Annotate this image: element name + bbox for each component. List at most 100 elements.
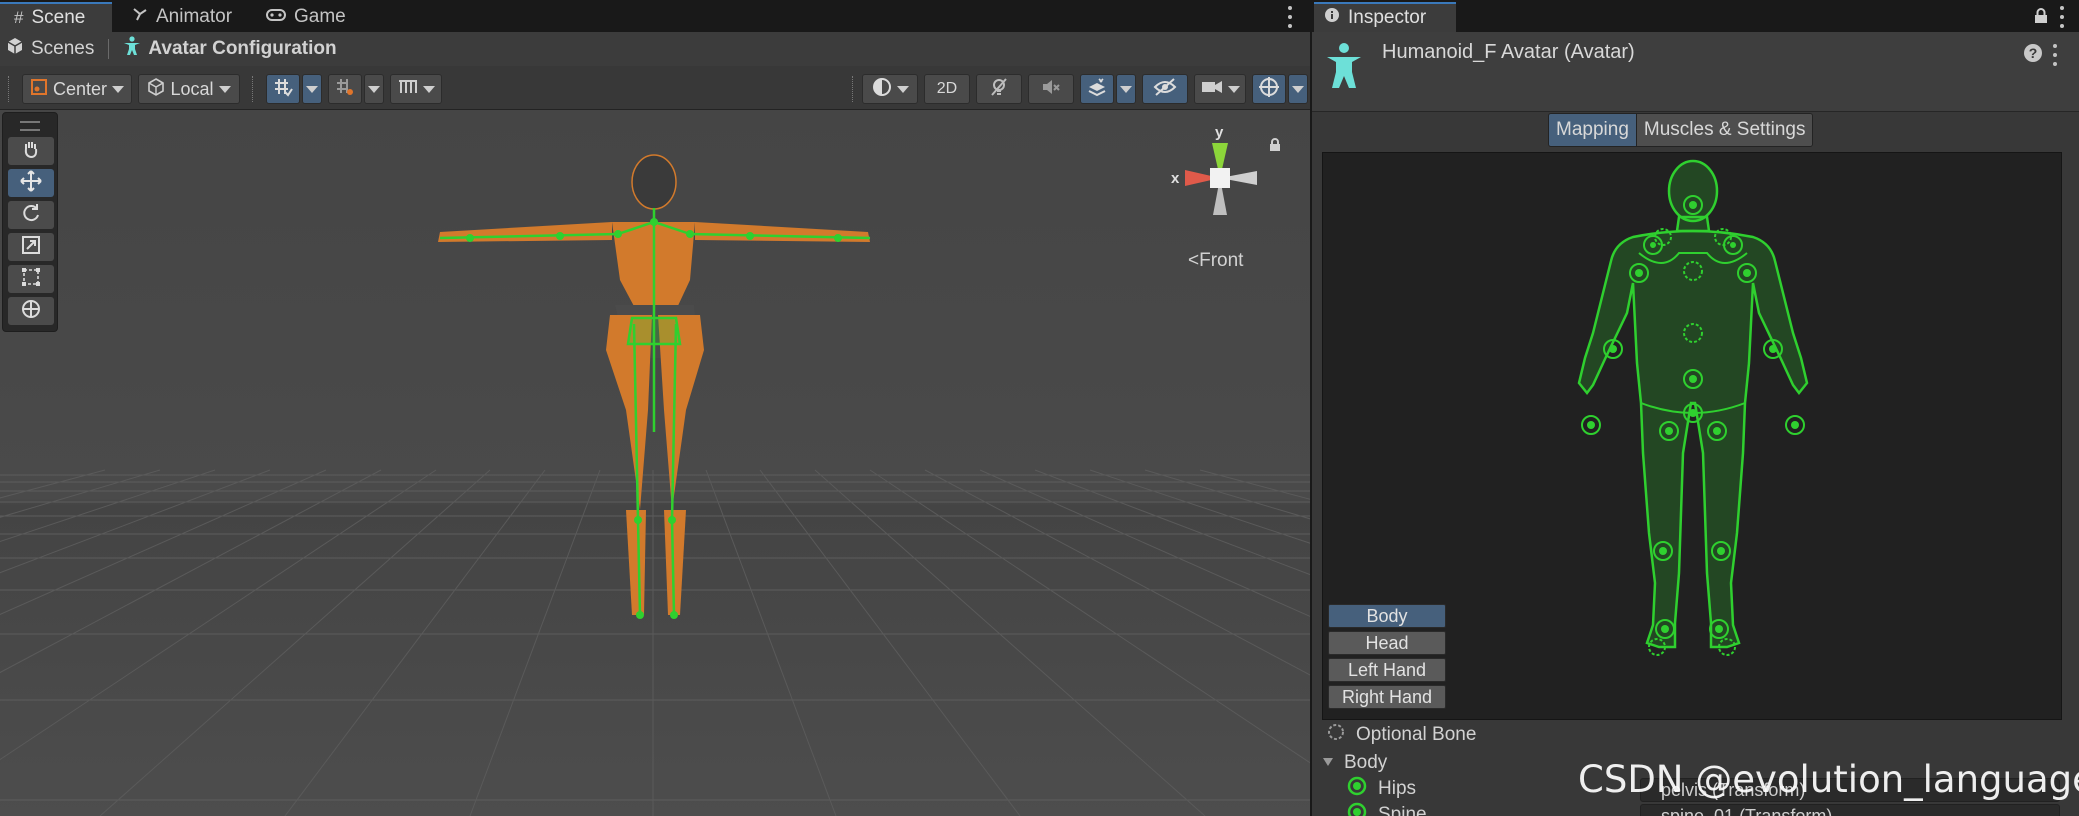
move-arrows-icon xyxy=(20,169,42,197)
orientation-text: Front xyxy=(1199,250,1244,271)
pivot-mode-label: Center xyxy=(52,78,108,99)
effects-toggle-button[interactable] xyxy=(1080,74,1114,104)
camera-settings-dropdown[interactable] xyxy=(1194,74,1246,104)
scene-visibility-button[interactable] xyxy=(1142,74,1188,104)
transform-tools-overlay xyxy=(2,112,58,332)
scene-panel: # Scene Animator Game Scenes Avatar Conf… xyxy=(0,0,1310,816)
chevron-down-icon xyxy=(896,85,909,93)
view-orientation-label[interactable]: <Front xyxy=(1188,250,1243,272)
toggle-2d-label: 2D xyxy=(936,80,958,97)
effects-layers-icon xyxy=(1087,77,1107,102)
tab-game-label: Game xyxy=(294,6,346,27)
effects-dropdown[interactable] xyxy=(1116,74,1136,104)
bone-mapped-icon xyxy=(1346,801,1368,816)
bone-mapped-icon xyxy=(1346,775,1368,803)
audio-mute-icon xyxy=(1041,78,1061,101)
inspector-lock-icon[interactable] xyxy=(2034,8,2048,29)
body-part-right-hand-button[interactable]: Right Hand xyxy=(1328,685,1446,709)
bone-label-spine: Spine xyxy=(1378,804,1427,816)
bone-row-hips: Hips xyxy=(1346,776,1416,802)
tab-inspector-label: Inspector xyxy=(1348,7,1427,28)
gizmo-y-label: y xyxy=(1215,124,1224,141)
move-tool-button[interactable] xyxy=(8,169,54,197)
space-mode-label: Local xyxy=(170,78,214,99)
bone-field-spine[interactable]: spine_01 (Transform) xyxy=(1640,804,2060,816)
tab-scene[interactable]: # Scene xyxy=(0,2,112,32)
body-part-head-button[interactable]: Head xyxy=(1328,631,1446,655)
camera-icon xyxy=(1201,79,1223,100)
grid-snap-dropdown[interactable] xyxy=(302,74,322,104)
eye-slash-icon xyxy=(1153,77,1177,101)
grid-visibility-button[interactable] xyxy=(390,74,442,104)
toolbar-separator xyxy=(852,76,854,102)
breadcrumb-scenes-label: Scenes xyxy=(31,38,95,59)
space-mode-dropdown[interactable]: Local xyxy=(138,74,240,104)
scale-icon xyxy=(21,235,41,260)
body-section-foldout[interactable]: Body xyxy=(1322,750,1387,776)
tab-mapping[interactable]: Mapping xyxy=(1549,114,1636,146)
rect-tool-button[interactable] xyxy=(8,265,54,293)
help-icon[interactable]: ? xyxy=(2024,44,2042,62)
info-icon xyxy=(1324,7,1340,29)
scene-toolbar: Center Local 2D xyxy=(0,66,1310,110)
orientation-gizmo[interactable]: y x xyxy=(1165,123,1275,233)
header-kebab-icon[interactable] xyxy=(2050,44,2060,66)
body-part-left-hand-button[interactable]: Left Hand xyxy=(1328,658,1446,682)
gizmos-button[interactable] xyxy=(1252,74,1286,104)
pivot-mode-dropdown[interactable]: Center xyxy=(22,74,132,104)
gizmo-globe-icon xyxy=(1258,76,1280,103)
lighting-off-icon xyxy=(989,77,1009,102)
audio-toggle-button[interactable] xyxy=(1028,74,1074,104)
gizmo-lock-icon[interactable] xyxy=(1268,136,1282,157)
breadcrumb-avatar-configuration[interactable]: Avatar Configuration xyxy=(123,36,337,62)
transform-tool-button[interactable] xyxy=(8,297,54,325)
increment-snap-icon xyxy=(335,77,355,102)
scene-kebab-icon[interactable] xyxy=(1285,6,1295,28)
grid-snap-button[interactable] xyxy=(266,74,300,104)
chevron-down-icon xyxy=(218,85,231,93)
scene-avatar-model[interactable] xyxy=(438,154,871,619)
gizmos-dropdown[interactable] xyxy=(1288,74,1308,104)
tab-animator[interactable]: Animator xyxy=(118,2,244,32)
chevron-down-icon xyxy=(422,85,435,93)
animator-icon xyxy=(132,6,148,28)
breadcrumb-scenes[interactable]: Scenes xyxy=(6,37,94,61)
increment-snap-button[interactable] xyxy=(328,74,362,104)
body-part-body-button[interactable]: Body xyxy=(1328,604,1446,628)
transform-combined-icon xyxy=(20,298,42,325)
hand-tool-button[interactable] xyxy=(8,137,54,165)
scale-tool-button[interactable] xyxy=(8,233,54,261)
chevron-down-icon xyxy=(1120,85,1132,93)
tab-inspector[interactable]: Inspector xyxy=(1314,2,1456,32)
hand-icon xyxy=(21,139,41,164)
inspector-panel: Inspector Humanoid_F Avatar (Avatar) ? M… xyxy=(1312,0,2079,816)
bone-row-spine: Spine xyxy=(1346,802,1427,816)
body-part-selector: Body Head Left Hand Right Hand xyxy=(1328,604,1448,712)
toolbar-grip xyxy=(8,76,10,102)
increment-snap-dropdown[interactable] xyxy=(364,74,384,104)
bone-field-spine-value: spine_01 (Transform) xyxy=(1661,805,1833,816)
draw-mode-dropdown[interactable] xyxy=(862,74,918,104)
tab-scene-label: Scene xyxy=(31,7,86,28)
overlay-grip[interactable] xyxy=(20,121,40,131)
scene-tabbar: # Scene Animator Game xyxy=(0,0,1310,32)
toggle-2d-button[interactable]: 2D xyxy=(924,74,970,104)
inspector-title: Humanoid_F Avatar (Avatar) xyxy=(1382,41,1635,63)
tab-muscles-settings[interactable]: Muscles & Settings xyxy=(1635,114,1813,146)
shading-sphere-icon xyxy=(872,77,892,102)
inspector-kebab-icon[interactable] xyxy=(2057,6,2067,28)
bone-label-hips: Hips xyxy=(1378,778,1417,799)
rotate-tool-button[interactable] xyxy=(8,201,54,229)
breadcrumb: Scenes Avatar Configuration xyxy=(0,32,1310,66)
rect-transform-icon xyxy=(21,267,41,292)
toolbar-separator xyxy=(252,76,254,102)
pivot-center-icon xyxy=(30,78,48,101)
breadcrumb-separator xyxy=(108,39,110,59)
tab-game[interactable]: Game xyxy=(252,2,362,32)
optional-bone-label: Optional Bone xyxy=(1356,724,1477,745)
scene-viewport[interactable] xyxy=(0,110,1310,816)
tab-animator-label: Animator xyxy=(156,6,233,27)
lighting-toggle-button[interactable] xyxy=(976,74,1022,104)
optional-bone-icon xyxy=(1326,722,1346,748)
unity-cube-icon xyxy=(6,37,24,61)
